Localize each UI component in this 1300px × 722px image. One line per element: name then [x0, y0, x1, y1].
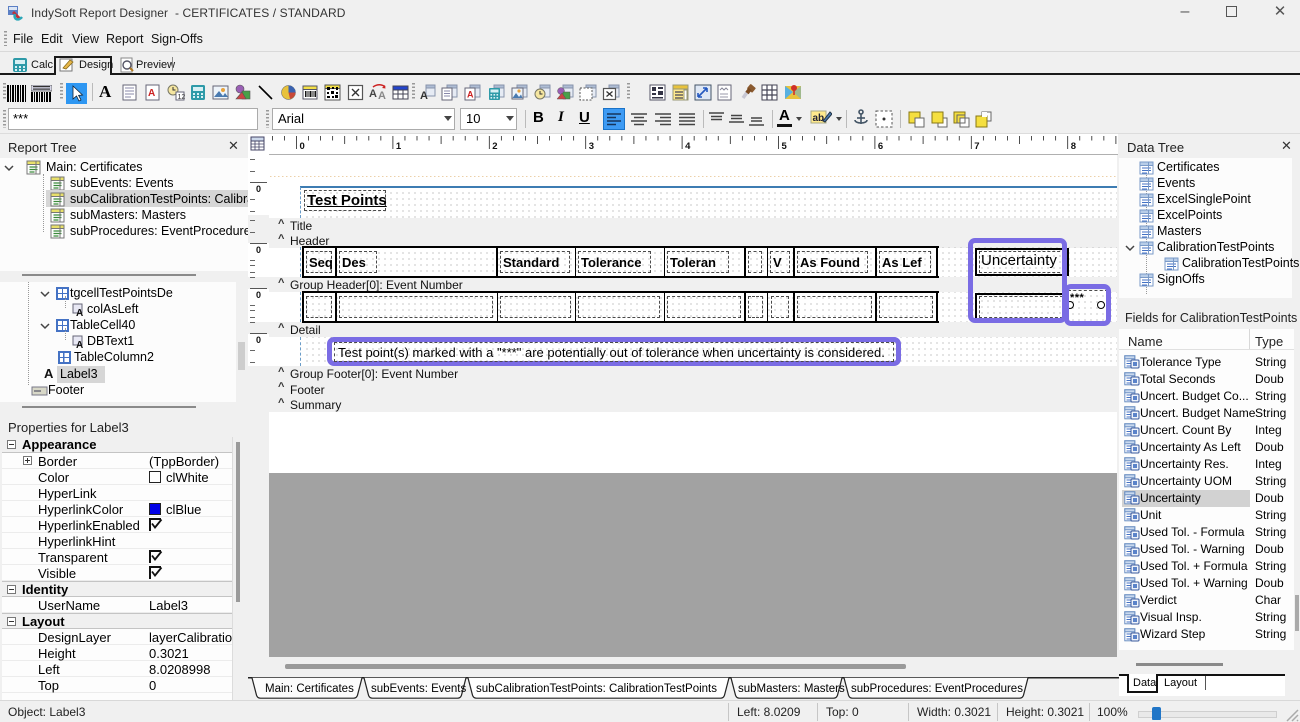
svg-text:subEvents: Events: subEvents: Events — [371, 683, 466, 695]
svg-text:5: 5 — [782, 141, 788, 152]
svg-text:A: A — [76, 340, 83, 349]
svg-text:12: 12 — [178, 94, 186, 101]
svg-text:3: 3 — [589, 141, 594, 152]
svg-text:6: 6 — [878, 141, 883, 152]
svg-text:A: A — [467, 90, 474, 100]
svg-text:7: 7 — [974, 141, 979, 152]
svg-text:subCalibrationTestPoints: Cali: subCalibrationTestPoints: CalibrationTes… — [476, 683, 717, 695]
svg-text:subMasters: Masters: subMasters: Masters — [738, 683, 845, 695]
svg-text:subProcedures: EventProcedures: subProcedures: EventProcedures — [851, 683, 1023, 695]
svg-text:8: 8 — [1071, 141, 1076, 152]
svg-text:A: A — [76, 308, 83, 317]
svg-text:4: 4 — [685, 141, 691, 152]
svg-text:A: A — [148, 88, 155, 99]
svg-text:0: 0 — [300, 141, 305, 152]
svg-text:1: 1 — [396, 141, 402, 152]
svg-text:ab: ab — [813, 113, 825, 124]
svg-text:2: 2 — [492, 141, 497, 152]
svg-text:A: A — [369, 88, 377, 100]
svg-text:Main: Certificates: Main: Certificates — [265, 683, 354, 695]
svg-text:A: A — [420, 90, 428, 101]
svg-text:A: A — [378, 90, 386, 101]
